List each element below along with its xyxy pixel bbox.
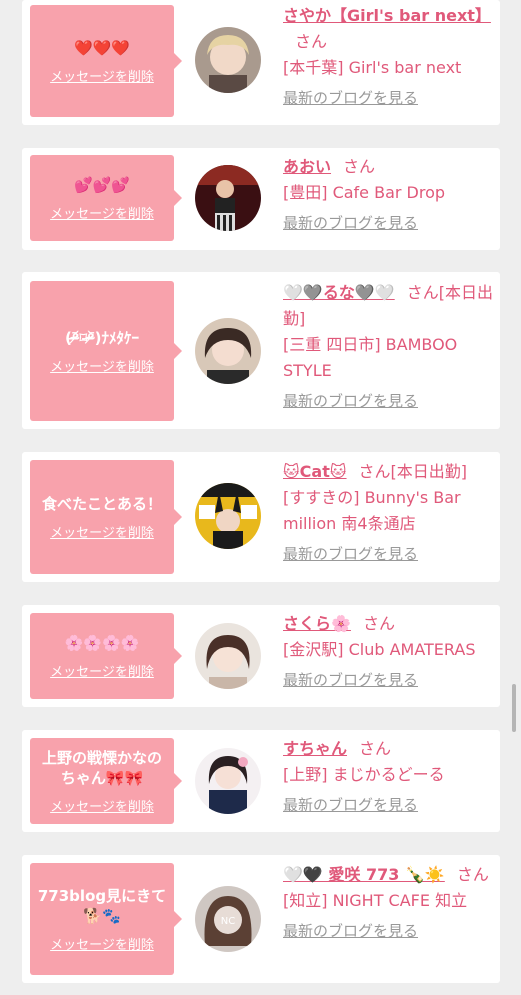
message-bubble: ❤️❤️❤️ メッセージを削除: [30, 5, 182, 117]
honorific: さん[本日出勤]: [358, 462, 468, 481]
avatar-photo-icon: [195, 27, 261, 93]
delete-message-link[interactable]: メッセージを削除: [50, 356, 154, 375]
avatar-photo-icon: NC: [195, 886, 261, 952]
avatar[interactable]: [195, 483, 261, 549]
svg-text:NC: NC: [221, 916, 235, 927]
message-card: 773blog見にきて🐕🐾 メッセージを削除 NC 🤍🖤 愛咲 773 🍾☀️ さ…: [22, 855, 500, 983]
scrollbar-thumb[interactable]: [512, 684, 516, 732]
cast-name-link[interactable]: 🤍🩶るな🩶🤍: [283, 283, 395, 302]
message-card: 🌸🌸🌸🌸 メッセージを削除 さくら🌸 さん [金沢駅] Club AMATERAS…: [22, 605, 500, 707]
avatar[interactable]: [195, 165, 261, 231]
cast-name-link[interactable]: 🤍🖤 愛咲 773 🍾☀️: [283, 865, 445, 884]
latest-blog-link[interactable]: 最新のブログを見る: [283, 210, 493, 236]
message-text: (ᵒ̴̶̷᷄⌑ᵒ̴̶̷᷅)ﾅﾒﾀｹｰ: [65, 328, 139, 347]
cast-info: 🐱Cat🐱 さん[本日出勤] [すすきの] Bunny's Bar million…: [283, 459, 493, 567]
delete-message-link[interactable]: メッセージを削除: [50, 203, 154, 222]
message-text: 食べたことある！: [41, 494, 162, 513]
message-bubble: (ᵒ̴̶̷᷄⌑ᵒ̴̶̷᷅)ﾅﾒﾀｹｰ メッセージを削除: [30, 281, 182, 421]
message-bubble: 💕💕💕 メッセージを削除: [30, 155, 182, 241]
latest-blog-link[interactable]: 最新のブログを見る: [283, 388, 493, 414]
avatar[interactable]: [195, 748, 261, 814]
honorific: さん: [456, 865, 489, 884]
shop-name: [豊田] Cafe Bar Drop: [283, 183, 446, 202]
shop-name: [金沢駅] Club AMATERAS: [283, 640, 476, 659]
honorific: さん: [295, 32, 328, 51]
message-bubble: 🌸🌸🌸🌸 メッセージを削除: [30, 613, 182, 699]
latest-blog-link[interactable]: 最新のブログを見る: [283, 667, 493, 693]
latest-blog-link[interactable]: 最新のブログを見る: [283, 541, 493, 567]
cast-info: すちゃん さん [上野] まじかるどーる 最新のブログを見る: [283, 736, 493, 818]
latest-blog-link[interactable]: 最新のブログを見る: [283, 918, 493, 944]
message-card: (ᵒ̴̶̷᷄⌑ᵒ̴̶̷᷅)ﾅﾒﾀｹｰ メッセージを削除 🤍🩶るな🩶🤍 さん[本日出…: [22, 272, 500, 429]
cast-info: さくら🌸 さん [金沢駅] Club AMATERAS 最新のブログを見る: [283, 611, 493, 693]
message-card: 💕💕💕 メッセージを削除 あおい さん [豊田] Cafe Bar Drop 最新…: [22, 148, 500, 250]
cast-name-link[interactable]: さくら🌸: [283, 614, 351, 633]
message-card: 上野の戦慄かなのちゃん🎀🎀 メッセージを削除 すちゃん さん [上野] まじかるど…: [22, 730, 500, 832]
message-card: ❤️❤️❤️ メッセージを削除 さやか【Girl's bar next】さん […: [22, 0, 500, 125]
next-card-edge: [0, 995, 521, 999]
message-bubble: 上野の戦慄かなのちゃん🎀🎀 メッセージを削除: [30, 738, 182, 824]
avatar-photo-icon: [195, 165, 261, 231]
shop-name: [三重 四日市] BAMBOO STYLE: [283, 335, 458, 380]
delete-message-link[interactable]: メッセージを削除: [50, 934, 154, 953]
cast-name-link[interactable]: すちゃん: [283, 739, 347, 758]
shop-name: [すすきの] Bunny's Bar million 南4条通店: [283, 488, 461, 533]
avatar[interactable]: NC: [195, 886, 261, 952]
cast-name-link[interactable]: あおい: [283, 157, 331, 176]
avatar-photo-icon: [195, 483, 261, 549]
avatar-photo-icon: [195, 748, 261, 814]
message-text: 上野の戦慄かなのちゃん🎀🎀: [41, 748, 162, 787]
cast-info: 🤍🖤 愛咲 773 🍾☀️ さん [知立] NIGHT CAFE 知立 最新のブロ…: [283, 862, 493, 944]
avatar-photo-icon: [195, 623, 261, 689]
delete-message-link[interactable]: メッセージを削除: [50, 522, 154, 541]
message-text: 773blog見にきて🐕🐾: [37, 886, 167, 925]
message-bubble: 773blog見にきて🐕🐾 メッセージを削除: [30, 863, 182, 975]
avatar-photo-icon: [195, 318, 261, 384]
shop-name: [本千葉] Girl's bar next: [283, 58, 462, 77]
message-text: 🌸🌸🌸🌸: [64, 633, 140, 652]
shop-name: [上野] まじかるどーる: [283, 765, 445, 784]
honorific: さん: [343, 157, 376, 176]
message-card: 食べたことある！ メッセージを削除 🐱Cat🐱 さん[本日出勤] [すすきの] B…: [22, 452, 500, 582]
latest-blog-link[interactable]: 最新のブログを見る: [283, 792, 493, 818]
cast-info: あおい さん [豊田] Cafe Bar Drop 最新のブログを見る: [283, 154, 493, 236]
avatar[interactable]: [195, 623, 261, 689]
shop-name: [知立] NIGHT CAFE 知立: [283, 891, 468, 910]
latest-blog-link[interactable]: 最新のブログを見る: [283, 85, 493, 111]
delete-message-link[interactable]: メッセージを削除: [50, 796, 154, 815]
cast-name-link[interactable]: さやか【Girl's bar next】: [283, 6, 491, 25]
message-text: ❤️❤️❤️: [73, 38, 131, 57]
honorific: さん: [362, 614, 395, 633]
avatar[interactable]: [195, 27, 261, 93]
cast-info: さやか【Girl's bar next】さん [本千葉] Girl's bar …: [283, 3, 493, 111]
delete-message-link[interactable]: メッセージを削除: [50, 66, 154, 85]
honorific: さん: [359, 739, 392, 758]
cast-name-link[interactable]: 🐱Cat🐱: [283, 462, 347, 481]
message-bubble: 食べたことある！ メッセージを削除: [30, 460, 182, 574]
delete-message-link[interactable]: メッセージを削除: [50, 661, 154, 680]
cast-info: 🤍🩶るな🩶🤍 さん[本日出勤] [三重 四日市] BAMBOO STYLE 最新の…: [283, 280, 493, 414]
avatar[interactable]: [195, 318, 261, 384]
message-text: 💕💕💕: [73, 175, 131, 194]
message-list: ❤️❤️❤️ メッセージを削除 さやか【Girl's bar next】さん […: [0, 0, 521, 999]
